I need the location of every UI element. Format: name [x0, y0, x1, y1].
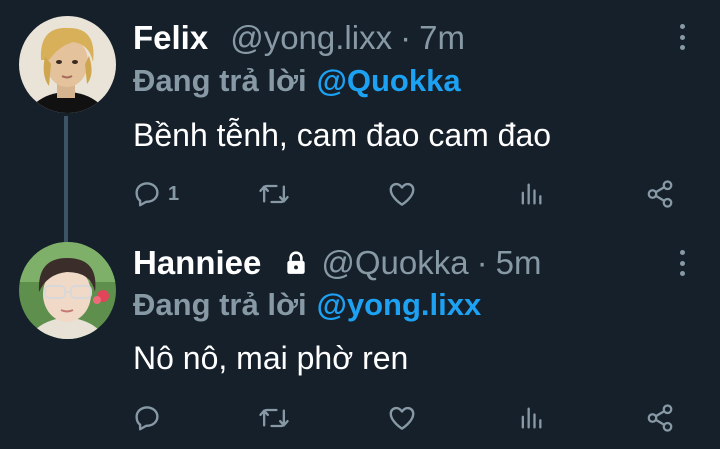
- separator-dot: ·: [476, 244, 488, 281]
- share-icon: [647, 180, 673, 208]
- share-button[interactable]: [645, 177, 675, 211]
- stats-icon: [521, 183, 542, 205]
- more-icon[interactable]: [678, 24, 686, 50]
- avatar-hanniee-image: [19, 242, 116, 339]
- avatar-felix-image: [19, 16, 116, 113]
- retweet-button[interactable]: [258, 401, 290, 435]
- reply-button[interactable]: [132, 401, 168, 435]
- lock-icon: [283, 250, 309, 276]
- tweet-header: Hanniee @Quokka · 5m: [133, 243, 541, 283]
- reply-button[interactable]: 1: [132, 177, 179, 211]
- user-handle[interactable]: @Quokka: [321, 243, 468, 283]
- reply-prefix: Đang trả lời: [133, 63, 307, 98]
- stats-button[interactable]: [517, 177, 545, 211]
- reply-icon: [135, 406, 159, 431]
- tweet[interactable]: Felix @yong.lixx · 7m Đang trả lời @Quokk…: [0, 0, 720, 244]
- stats-icon: [521, 407, 542, 429]
- tweet-header: Felix @yong.lixx · 7m: [133, 18, 465, 58]
- stats-button[interactable]: [517, 401, 545, 435]
- user-handle[interactable]: @yong.lixx: [230, 18, 392, 58]
- reply-context: Đang trả lời @Quokka: [133, 62, 461, 100]
- tweet-text: Bềnh tễnh, cam đao cam đao: [133, 117, 552, 153]
- tweet-actions: 1: [0, 177, 720, 211]
- like-icon: [389, 182, 415, 206]
- tweet-text: Nô nô, mai phờ ren: [133, 340, 409, 376]
- more-icon[interactable]: [678, 250, 686, 276]
- share-button[interactable]: [645, 401, 675, 435]
- avatar[interactable]: [19, 242, 116, 339]
- display-name[interactable]: Hanniee: [133, 243, 261, 283]
- reply-context: Đang trả lời @yong.lixx: [133, 286, 481, 324]
- tweet[interactable]: Hanniee @Quokka · 5m Đang trả lời @yong.l…: [0, 230, 720, 449]
- mention-link[interactable]: @yong.lixx: [317, 287, 482, 322]
- separator-dot: ·: [400, 19, 412, 56]
- retweet-button[interactable]: [258, 177, 290, 211]
- reply-prefix: Đang trả lời: [133, 287, 307, 322]
- display-name[interactable]: Felix: [133, 18, 208, 58]
- like-button[interactable]: [387, 177, 417, 211]
- reply-icon: [135, 182, 159, 207]
- tweet-actions: [0, 401, 720, 435]
- share-icon: [647, 404, 673, 432]
- mention-link[interactable]: @Quokka: [317, 63, 461, 98]
- like-icon: [389, 406, 415, 430]
- like-button[interactable]: [387, 401, 417, 435]
- retweet-icon: [259, 184, 289, 204]
- timestamp[interactable]: 7m: [419, 18, 465, 58]
- retweet-icon: [259, 408, 289, 428]
- reply-count: 1: [168, 182, 180, 205]
- avatar[interactable]: [19, 16, 116, 113]
- timestamp[interactable]: 5m: [496, 243, 542, 283]
